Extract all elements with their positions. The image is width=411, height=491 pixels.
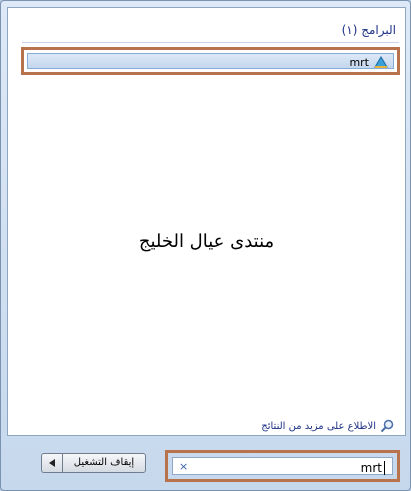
search-input-value: mrt [360, 461, 382, 475]
program-label: mrt [349, 56, 369, 69]
shutdown-options-button[interactable] [41, 453, 62, 473]
search-results-pane: البرامج (١) mrt [7, 7, 406, 436]
magnifier-icon [380, 419, 394, 433]
program-result-mrt[interactable]: mrt [27, 53, 394, 69]
triangle-left-icon [48, 459, 55, 467]
mrt-program-icon [374, 56, 388, 68]
program-highlight-box: mrt [21, 47, 400, 75]
search-highlight-box: × mrt [165, 450, 400, 482]
clear-search-icon[interactable]: × [179, 460, 188, 473]
group-divider [22, 42, 399, 43]
see-more-label: الاطلاع على مزيد من النتائج [261, 420, 376, 432]
forum-watermark-text: منتدى عيال الخليج [138, 231, 275, 252]
shutdown-button[interactable]: إيقاف التشغيل [62, 453, 146, 473]
text-caret [384, 461, 385, 475]
see-more-results-link[interactable]: الاطلاع على مزيد من النتائج [261, 418, 394, 434]
shutdown-control: إيقاف التشغيل [41, 453, 146, 475]
programs-group-header[interactable]: البرامج (١) [276, 23, 396, 41]
start-menu-window: البرامج (١) mrt منتدى عيال الخليج الاطلا… [0, 0, 411, 491]
search-input[interactable]: × mrt [172, 457, 393, 475]
